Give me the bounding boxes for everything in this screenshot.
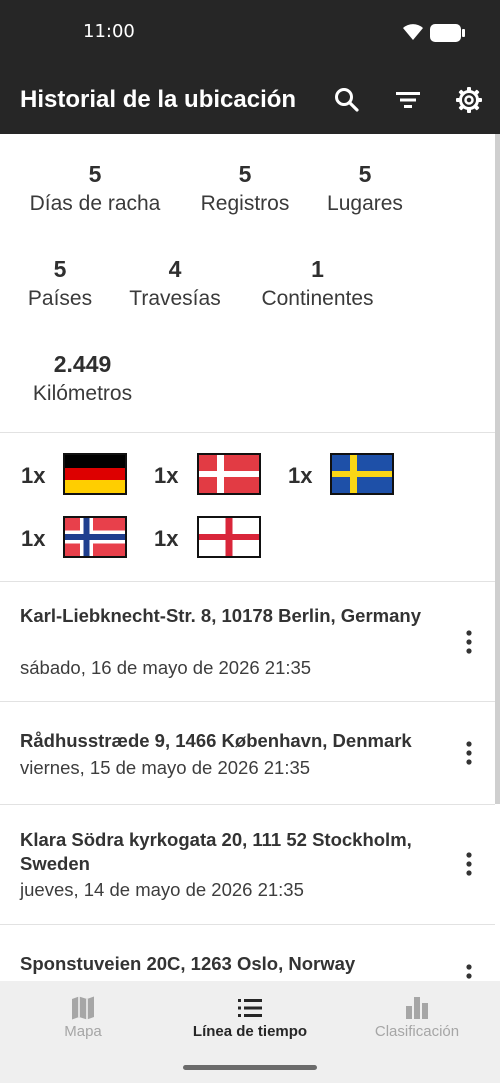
- nav-label: Mapa: [64, 1023, 102, 1040]
- norway-flag-icon: [63, 516, 127, 558]
- stat-value: 1: [311, 256, 324, 282]
- app-bar: Historial de la ubicación: [0, 66, 500, 134]
- map-icon: [72, 996, 94, 1020]
- stat-label: Lugares: [327, 192, 403, 215]
- history-item-address: Karl-Liebknecht-Str. 8, 10178 Berlin, Ge…: [20, 605, 421, 626]
- flag-count: 1x: [154, 526, 179, 551]
- home-indicator: [183, 1065, 317, 1070]
- flag-count: 1x: [288, 463, 313, 488]
- stat-label: Kilómetros: [32, 382, 133, 405]
- page-title: Historial de la ubicación: [20, 86, 297, 113]
- history-item-address: Rådhusstræde 9, 1466 København, Denmark: [20, 730, 412, 751]
- stat-countries: 5 Países: [15, 255, 105, 313]
- history-item[interactable]: Rådhusstræde 9, 1466 København, Denmark …: [0, 702, 495, 804]
- more-vert-icon[interactable]: [462, 629, 476, 655]
- more-vert-icon[interactable]: [462, 851, 476, 877]
- history-item-date: sábado, 16 de mayo de 2026 21:35: [20, 657, 312, 678]
- scrollbar[interactable]: [495, 134, 500, 804]
- denmark-flag-icon: [197, 453, 261, 495]
- more-vert-icon[interactable]: [462, 963, 476, 981]
- battery-icon: [430, 24, 465, 42]
- germany-flag-icon: [63, 453, 127, 495]
- bar-chart-icon: [406, 997, 428, 1019]
- nav-ranking[interactable]: Clasificación: [334, 981, 500, 1061]
- stat-streak-days: 5 Días de racha: [15, 160, 175, 218]
- stat-value: 2.449: [53, 351, 112, 377]
- search-icon[interactable]: [333, 86, 361, 114]
- stat-label: Días de racha: [29, 192, 161, 215]
- history-item-address: Sponstuveien 20C, 1263 Oslo, Norway: [20, 953, 356, 974]
- filter-icon[interactable]: [394, 86, 422, 114]
- status-time: 11:00: [83, 21, 135, 42]
- nav-timeline[interactable]: Línea de tiempo: [167, 981, 333, 1061]
- flag-count: 1x: [154, 463, 179, 488]
- flag-count: 1x: [21, 526, 46, 551]
- stat-value: 5: [53, 256, 67, 282]
- history-item[interactable]: Sponstuveien 20C, 1263 Oslo, Norway: [0, 925, 495, 981]
- stat-label: Continentes: [261, 287, 374, 310]
- nav-label: Clasificación: [374, 1023, 460, 1040]
- stat-label: Registros: [200, 192, 290, 215]
- england-flag-icon: [197, 516, 261, 558]
- stat-kilometers: 2.449 Kilómetros: [15, 350, 150, 408]
- nav-label: Línea de tiempo: [192, 1023, 308, 1040]
- stat-value: 5: [358, 161, 372, 187]
- more-vert-icon[interactable]: [462, 740, 476, 766]
- flag-count: 1x: [21, 463, 46, 488]
- stat-label: Países: [27, 287, 93, 310]
- stat-records: 5 Registros: [180, 160, 310, 218]
- divider: [0, 432, 495, 433]
- nav-map[interactable]: Mapa: [0, 981, 166, 1061]
- stat-value: 5: [238, 161, 252, 187]
- stat-value: 4: [168, 256, 182, 282]
- history-item[interactable]: Karl-Liebknecht-Str. 8, 10178 Berlin, Ge…: [0, 582, 495, 701]
- stat-continents: 1 Continentes: [245, 255, 390, 313]
- stat-places: 5 Lugares: [315, 160, 415, 218]
- stat-value: 5: [88, 161, 102, 187]
- stat-crossings: 4 Travesías: [115, 255, 235, 313]
- history-item-address: Klara Södra kyrkogata 20, 111 52 Stockho…: [20, 829, 412, 874]
- history-item-date: jueves, 14 de mayo de 2026 21:35: [20, 879, 304, 900]
- history-item-date: viernes, 15 de mayo de 2026 21:35: [20, 757, 311, 778]
- history-item[interactable]: Klara Södra kyrkogata 20, 111 52 Stockho…: [0, 805, 495, 924]
- status-bar: 11:00: [0, 0, 500, 66]
- stat-label: Travesías: [129, 287, 221, 310]
- gear-icon[interactable]: [455, 86, 483, 114]
- wifi-icon: [403, 24, 423, 40]
- timeline-list-icon: [238, 999, 262, 1017]
- sweden-flag-icon: [330, 453, 394, 495]
